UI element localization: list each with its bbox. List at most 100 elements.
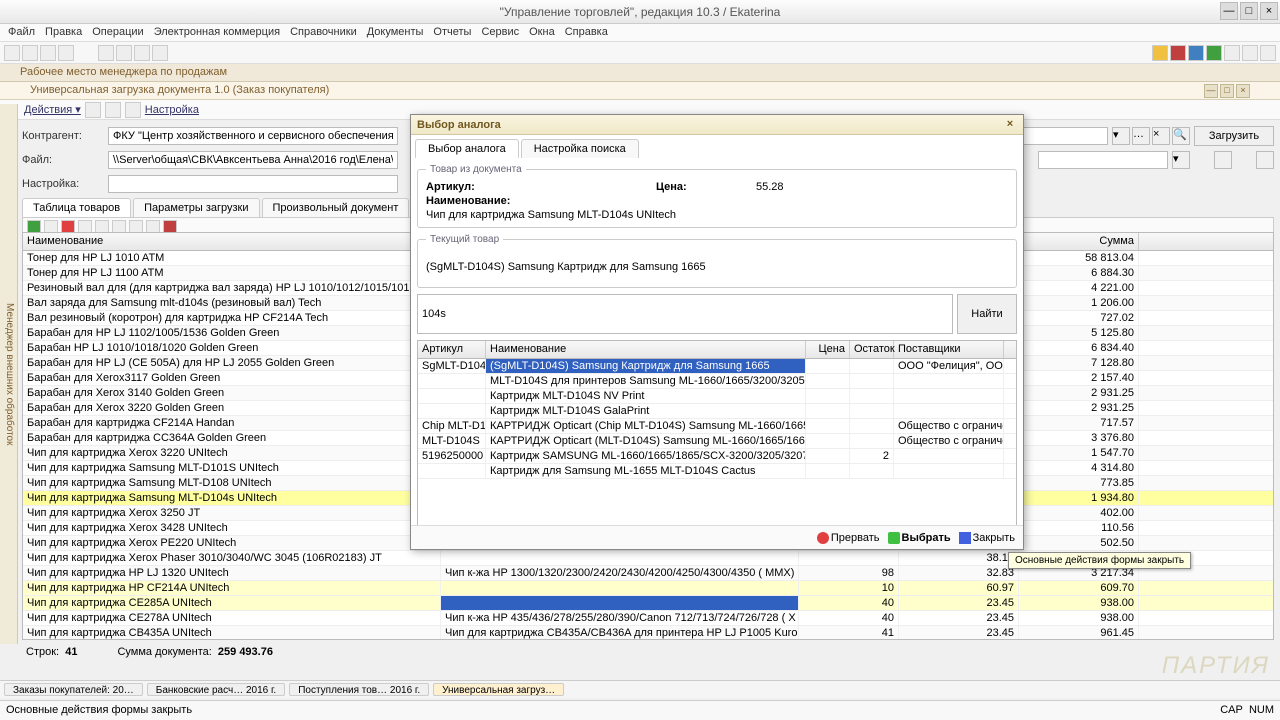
result-row[interactable]: MLT-D104SКАРТРИДЖ Opticart (MLT-D104S) S… bbox=[418, 434, 1016, 449]
group-current-product: Текущий товар (SgMLT-D104S) Samsung Карт… bbox=[417, 234, 1017, 288]
right-input-1[interactable] bbox=[1012, 127, 1108, 145]
result-row[interactable]: Chip MLT-D10…КАРТРИДЖ Opticart (Chip MLT… bbox=[418, 419, 1016, 434]
status-tab[interactable]: Банковские расч… 2016 г. bbox=[147, 683, 285, 696]
tab-doc[interactable]: Произвольный документ bbox=[262, 198, 410, 217]
toolbar-icon[interactable] bbox=[1206, 45, 1222, 61]
result-row[interactable]: 5196250000Картридж SAMSUNG ML-1660/1665/… bbox=[418, 449, 1016, 464]
menu-documents[interactable]: Документы bbox=[367, 26, 424, 39]
document-tab: Универсальная загрузка документа 1.0 (За… bbox=[0, 82, 1280, 100]
close-icon bbox=[959, 532, 971, 544]
rcol-stock[interactable]: Остаток bbox=[850, 341, 894, 358]
col-header-name[interactable]: Наименование bbox=[23, 233, 441, 250]
toolbar-icon[interactable] bbox=[125, 102, 141, 118]
actions-dropdown[interactable]: Действия ▾ bbox=[24, 103, 81, 116]
subwin-maximize-button[interactable]: □ bbox=[1220, 84, 1234, 98]
table-row[interactable]: Чип для картриджа CE285A UNItech4023.459… bbox=[23, 596, 1273, 611]
toolbar-icon[interactable] bbox=[22, 45, 38, 61]
clear-button[interactable]: × bbox=[1152, 127, 1170, 145]
menu-ecommerce[interactable]: Электронная коммерция bbox=[154, 26, 280, 39]
dialog-title: Выбор аналога bbox=[417, 119, 501, 131]
select-button[interactable]: Выбрать bbox=[888, 532, 951, 544]
workspace-tab-label: Рабочее место менеджера по продажам bbox=[20, 66, 227, 78]
close-button[interactable]: Закрыть bbox=[959, 532, 1015, 544]
dropdown-button[interactable]: ▾ bbox=[1172, 151, 1190, 169]
rcol-article[interactable]: Артикул bbox=[418, 341, 486, 358]
toolbar-icon[interactable] bbox=[1224, 45, 1240, 61]
result-row[interactable]: MLT-D104S для принтеров Samsung ML-1660/… bbox=[418, 374, 1016, 389]
toolbar-icon[interactable] bbox=[1170, 45, 1186, 61]
toolbar-icon[interactable] bbox=[98, 45, 114, 61]
toolbar-icon[interactable] bbox=[4, 45, 20, 61]
tab-params[interactable]: Параметры загрузки bbox=[133, 198, 259, 217]
document-tab-label: Универсальная загрузка документа 1.0 (За… bbox=[30, 84, 329, 97]
rcol-name[interactable]: Наименование bbox=[486, 341, 806, 358]
left-sidebar[interactable]: Менеджер внешних обработок bbox=[0, 104, 18, 644]
rows-label: Строк: bbox=[26, 646, 59, 658]
status-tab[interactable]: Поступления тов… 2016 г. bbox=[289, 683, 429, 696]
abort-button[interactable]: Прервать bbox=[817, 532, 880, 544]
menu-windows[interactable]: Окна bbox=[529, 26, 555, 39]
file-input[interactable] bbox=[108, 151, 398, 169]
status-tab[interactable]: Заказы покупателей: 20… bbox=[4, 683, 143, 696]
contractor-input[interactable] bbox=[108, 127, 398, 145]
table-row[interactable]: Чип для картриджа CB435A UNItechЧип для … bbox=[23, 626, 1273, 639]
menu-service[interactable]: Сервис bbox=[481, 26, 519, 39]
table-row[interactable]: Чип для картриджа HP CF214A UNItech1060.… bbox=[23, 581, 1273, 596]
menu-catalogs[interactable]: Справочники bbox=[290, 26, 357, 39]
toolbar-icon[interactable] bbox=[134, 45, 150, 61]
right-input-2[interactable] bbox=[1038, 151, 1168, 169]
menu-edit[interactable]: Правка bbox=[45, 26, 82, 39]
result-row[interactable]: Картридж для Samsung ML-1655 MLT-D104S C… bbox=[418, 464, 1016, 479]
col-header-sum[interactable]: Сумма bbox=[1019, 233, 1139, 250]
table-row[interactable]: Чип для картриджа CE278A UNItechЧип к-жа… bbox=[23, 611, 1273, 626]
dialog-tab-search-setup[interactable]: Настройка поиска bbox=[521, 139, 639, 158]
window-title: "Управление торговлей", редакция 10.3 / … bbox=[500, 5, 781, 19]
search-button[interactable]: Найти bbox=[957, 294, 1017, 334]
toolbar-icon[interactable] bbox=[1188, 45, 1204, 61]
subwin-close-button[interactable]: × bbox=[1236, 84, 1250, 98]
icon-button[interactable] bbox=[1256, 151, 1274, 169]
menu-help[interactable]: Справка bbox=[565, 26, 608, 39]
dropdown-button[interactable]: ▾ bbox=[1112, 127, 1130, 145]
watermark-logo: ПАРТИЯ bbox=[1162, 652, 1270, 680]
toolbar-icon[interactable] bbox=[105, 102, 121, 118]
result-row[interactable]: Картридж MLT-D104S GalaPrint bbox=[418, 404, 1016, 419]
toolbar-icon[interactable] bbox=[85, 102, 101, 118]
check-icon bbox=[888, 532, 900, 544]
tab-products[interactable]: Таблица товаров bbox=[22, 198, 131, 217]
open-button[interactable]: 🔍 bbox=[1172, 127, 1190, 145]
toolbar-icon[interactable] bbox=[1260, 45, 1276, 61]
toolbar-icon[interactable] bbox=[152, 45, 168, 61]
toolbar-icon[interactable] bbox=[1242, 45, 1258, 61]
dialog-close-icon[interactable]: × bbox=[1003, 118, 1017, 132]
toolbar-icon[interactable] bbox=[116, 45, 132, 61]
status-tab[interactable]: Универсальная загруз… bbox=[433, 683, 564, 696]
result-row[interactable]: SgMLT-D104S(SgMLT-D104S) Samsung Картрид… bbox=[418, 359, 1016, 374]
window-close-button[interactable]: × bbox=[1260, 2, 1278, 20]
toolbar-icon[interactable] bbox=[40, 45, 56, 61]
menu-operations[interactable]: Операции bbox=[92, 26, 143, 39]
toolbar-icon[interactable] bbox=[1152, 45, 1168, 61]
setup-input[interactable] bbox=[108, 175, 398, 193]
search-input[interactable] bbox=[417, 294, 953, 334]
menu-file[interactable]: Файл bbox=[8, 26, 35, 39]
num-indicator: NUM bbox=[1249, 704, 1274, 716]
subwin-minimize-button[interactable]: — bbox=[1204, 84, 1218, 98]
analog-dialog: Выбор аналога × Выбор аналога Настройка … bbox=[410, 114, 1024, 550]
menu-reports[interactable]: Отчеты bbox=[433, 26, 471, 39]
icon-button[interactable] bbox=[1214, 151, 1232, 169]
ellipsis-button[interactable]: … bbox=[1132, 127, 1150, 145]
cap-indicator: CAP bbox=[1220, 704, 1243, 716]
rcol-supplier[interactable]: Поставщики bbox=[894, 341, 1004, 358]
window-maximize-button[interactable]: □ bbox=[1240, 2, 1258, 20]
window-minimize-button[interactable]: — bbox=[1220, 2, 1238, 20]
setup-link[interactable]: Настройка bbox=[145, 104, 199, 116]
workspace-tab[interactable]: Рабочее место менеджера по продажам bbox=[0, 64, 1280, 82]
result-row[interactable]: Картридж MLT-D104S NV Print bbox=[418, 389, 1016, 404]
table-footer: Строк: 41 Сумма документа: 259 493.76 bbox=[22, 642, 277, 662]
load-button[interactable]: Загрузить bbox=[1194, 126, 1274, 146]
rcol-price[interactable]: Цена bbox=[806, 341, 850, 358]
dialog-tab-select[interactable]: Выбор аналога bbox=[415, 139, 519, 158]
toolbar-icon[interactable] bbox=[58, 45, 74, 61]
results-grid: Артикул Наименование Цена Остаток Постав… bbox=[417, 340, 1017, 540]
